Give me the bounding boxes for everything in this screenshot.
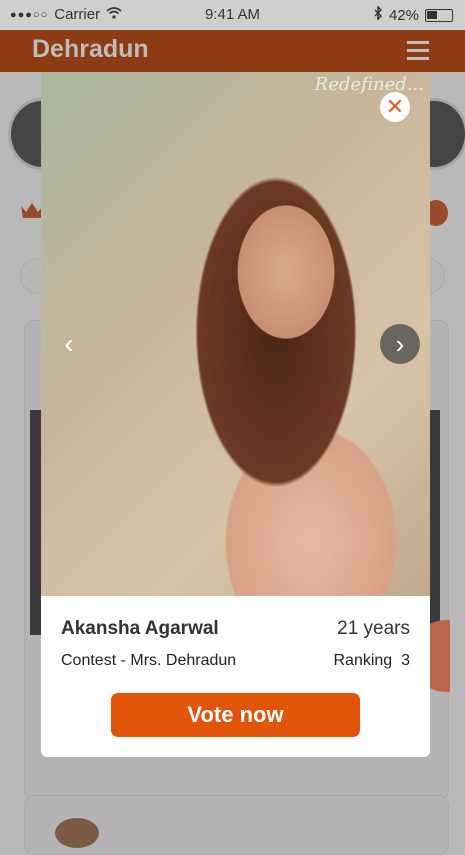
contestant-age: 21 years: [337, 618, 410, 639]
contestant-photo: Redefined...: [41, 72, 430, 602]
status-right: 42%: [373, 5, 453, 24]
close-button[interactable]: ✕: [380, 92, 410, 122]
battery-icon: [425, 8, 453, 22]
ranking-label: Ranking: [333, 652, 393, 669]
status-bar: ●●●○○ Carrier 9:41 AM 42%: [0, 0, 465, 30]
hamburger-menu-icon[interactable]: [407, 41, 429, 61]
ranking-value: 3: [401, 652, 410, 669]
battery-percent: 42%: [388, 6, 419, 24]
app-bar: Dehradun: [0, 30, 465, 72]
contestant-name: Akansha Agarwal: [61, 618, 219, 639]
photo-watermark: Redefined...: [314, 74, 424, 95]
battery-fill: [427, 10, 437, 19]
vote-now-button[interactable]: Vote now: [111, 693, 360, 737]
page-title: Dehradun: [32, 35, 149, 63]
previous-photo-button[interactable]: ‹: [54, 328, 84, 360]
contestant-info-card: Akansha Agarwal 21 years Contest - Mrs. …: [41, 596, 430, 757]
contest-name: Contest - Mrs. Dehradun: [61, 652, 237, 669]
ranking: Ranking 3: [334, 652, 411, 670]
avatar: [55, 818, 99, 848]
next-photo-button[interactable]: ›: [380, 324, 420, 364]
bluetooth-icon: [373, 5, 383, 24]
